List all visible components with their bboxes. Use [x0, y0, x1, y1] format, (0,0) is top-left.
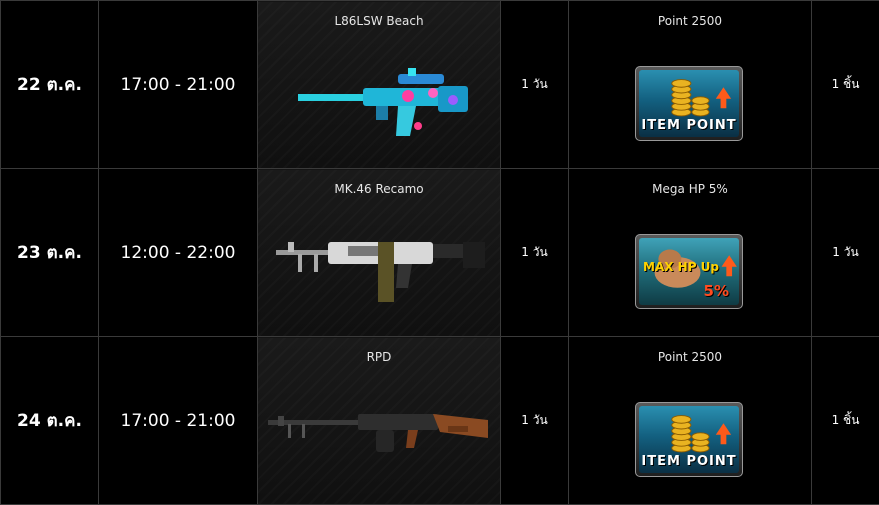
quantity-cell: 1 วัน — [811, 168, 879, 337]
reward-name: Point 2500 — [657, 349, 723, 364]
duration-cell: 1 วัน — [500, 0, 569, 169]
time-cell: 17:00 - 21:00 — [98, 336, 258, 505]
machine-gun-rpd-icon — [268, 413, 488, 452]
reward-cell: Mega HP 5% MAX HP Up 5% — [568, 168, 812, 337]
event-schedule-table: 22 ต.ค. 17:00 - 21:00 L86LSW Beach 1 วัน… — [0, 0, 879, 505]
badge-label: MAX HP Up — [643, 259, 720, 274]
date-cell: 24 ต.ค. — [0, 336, 99, 505]
badge-label: ITEM POINT — [641, 453, 737, 469]
reward-cell: Point 2500 ITEM POINT — [568, 0, 812, 169]
date-cell: 23 ต.ค. — [0, 168, 99, 337]
table-row: 22 ต.ค. 17:00 - 21:00 L86LSW Beach 1 วัน… — [0, 0, 879, 169]
table-row: 23 ต.ค. 12:00 - 22:00 MK.46 Recamo 1 วัน… — [0, 168, 879, 337]
item-cell: RPD — [257, 336, 501, 505]
rifle-l86lsw-beach-icon — [298, 67, 468, 136]
badge-percent: 5% — [703, 281, 729, 300]
quantity-cell: 1 ชิ้น — [811, 336, 879, 505]
reward-cell: Point 2500 ITEM POINT — [568, 336, 812, 505]
item-point-coins-icon: ITEM POINT — [635, 65, 743, 141]
item-cell: L86LSW Beach — [257, 0, 501, 169]
quantity-cell: 1 ชิ้น — [811, 0, 879, 169]
item-point-coins-icon: ITEM POINT — [635, 401, 743, 477]
max-hp-up-icon: MAX HP Up 5% — [635, 233, 743, 309]
item-name: MK.46 Recamo — [334, 181, 424, 196]
item-name: L86LSW Beach — [334, 13, 424, 28]
date-cell: 22 ต.ค. — [0, 0, 99, 169]
table-row: 24 ต.ค. 17:00 - 21:00 RPD 1 วัน Point 25… — [0, 336, 879, 505]
machine-gun-mk46-recamo-icon — [276, 241, 485, 302]
badge-label: ITEM POINT — [641, 117, 737, 133]
time-cell: 17:00 - 21:00 — [98, 0, 258, 169]
duration-cell: 1 วัน — [500, 168, 569, 337]
reward-name: Point 2500 — [657, 13, 723, 28]
reward-name: Mega HP 5% — [652, 181, 728, 196]
time-cell: 12:00 - 22:00 — [98, 168, 258, 337]
item-name: RPD — [366, 349, 392, 364]
item-cell: MK.46 Recamo — [257, 168, 501, 337]
duration-cell: 1 วัน — [500, 336, 569, 505]
